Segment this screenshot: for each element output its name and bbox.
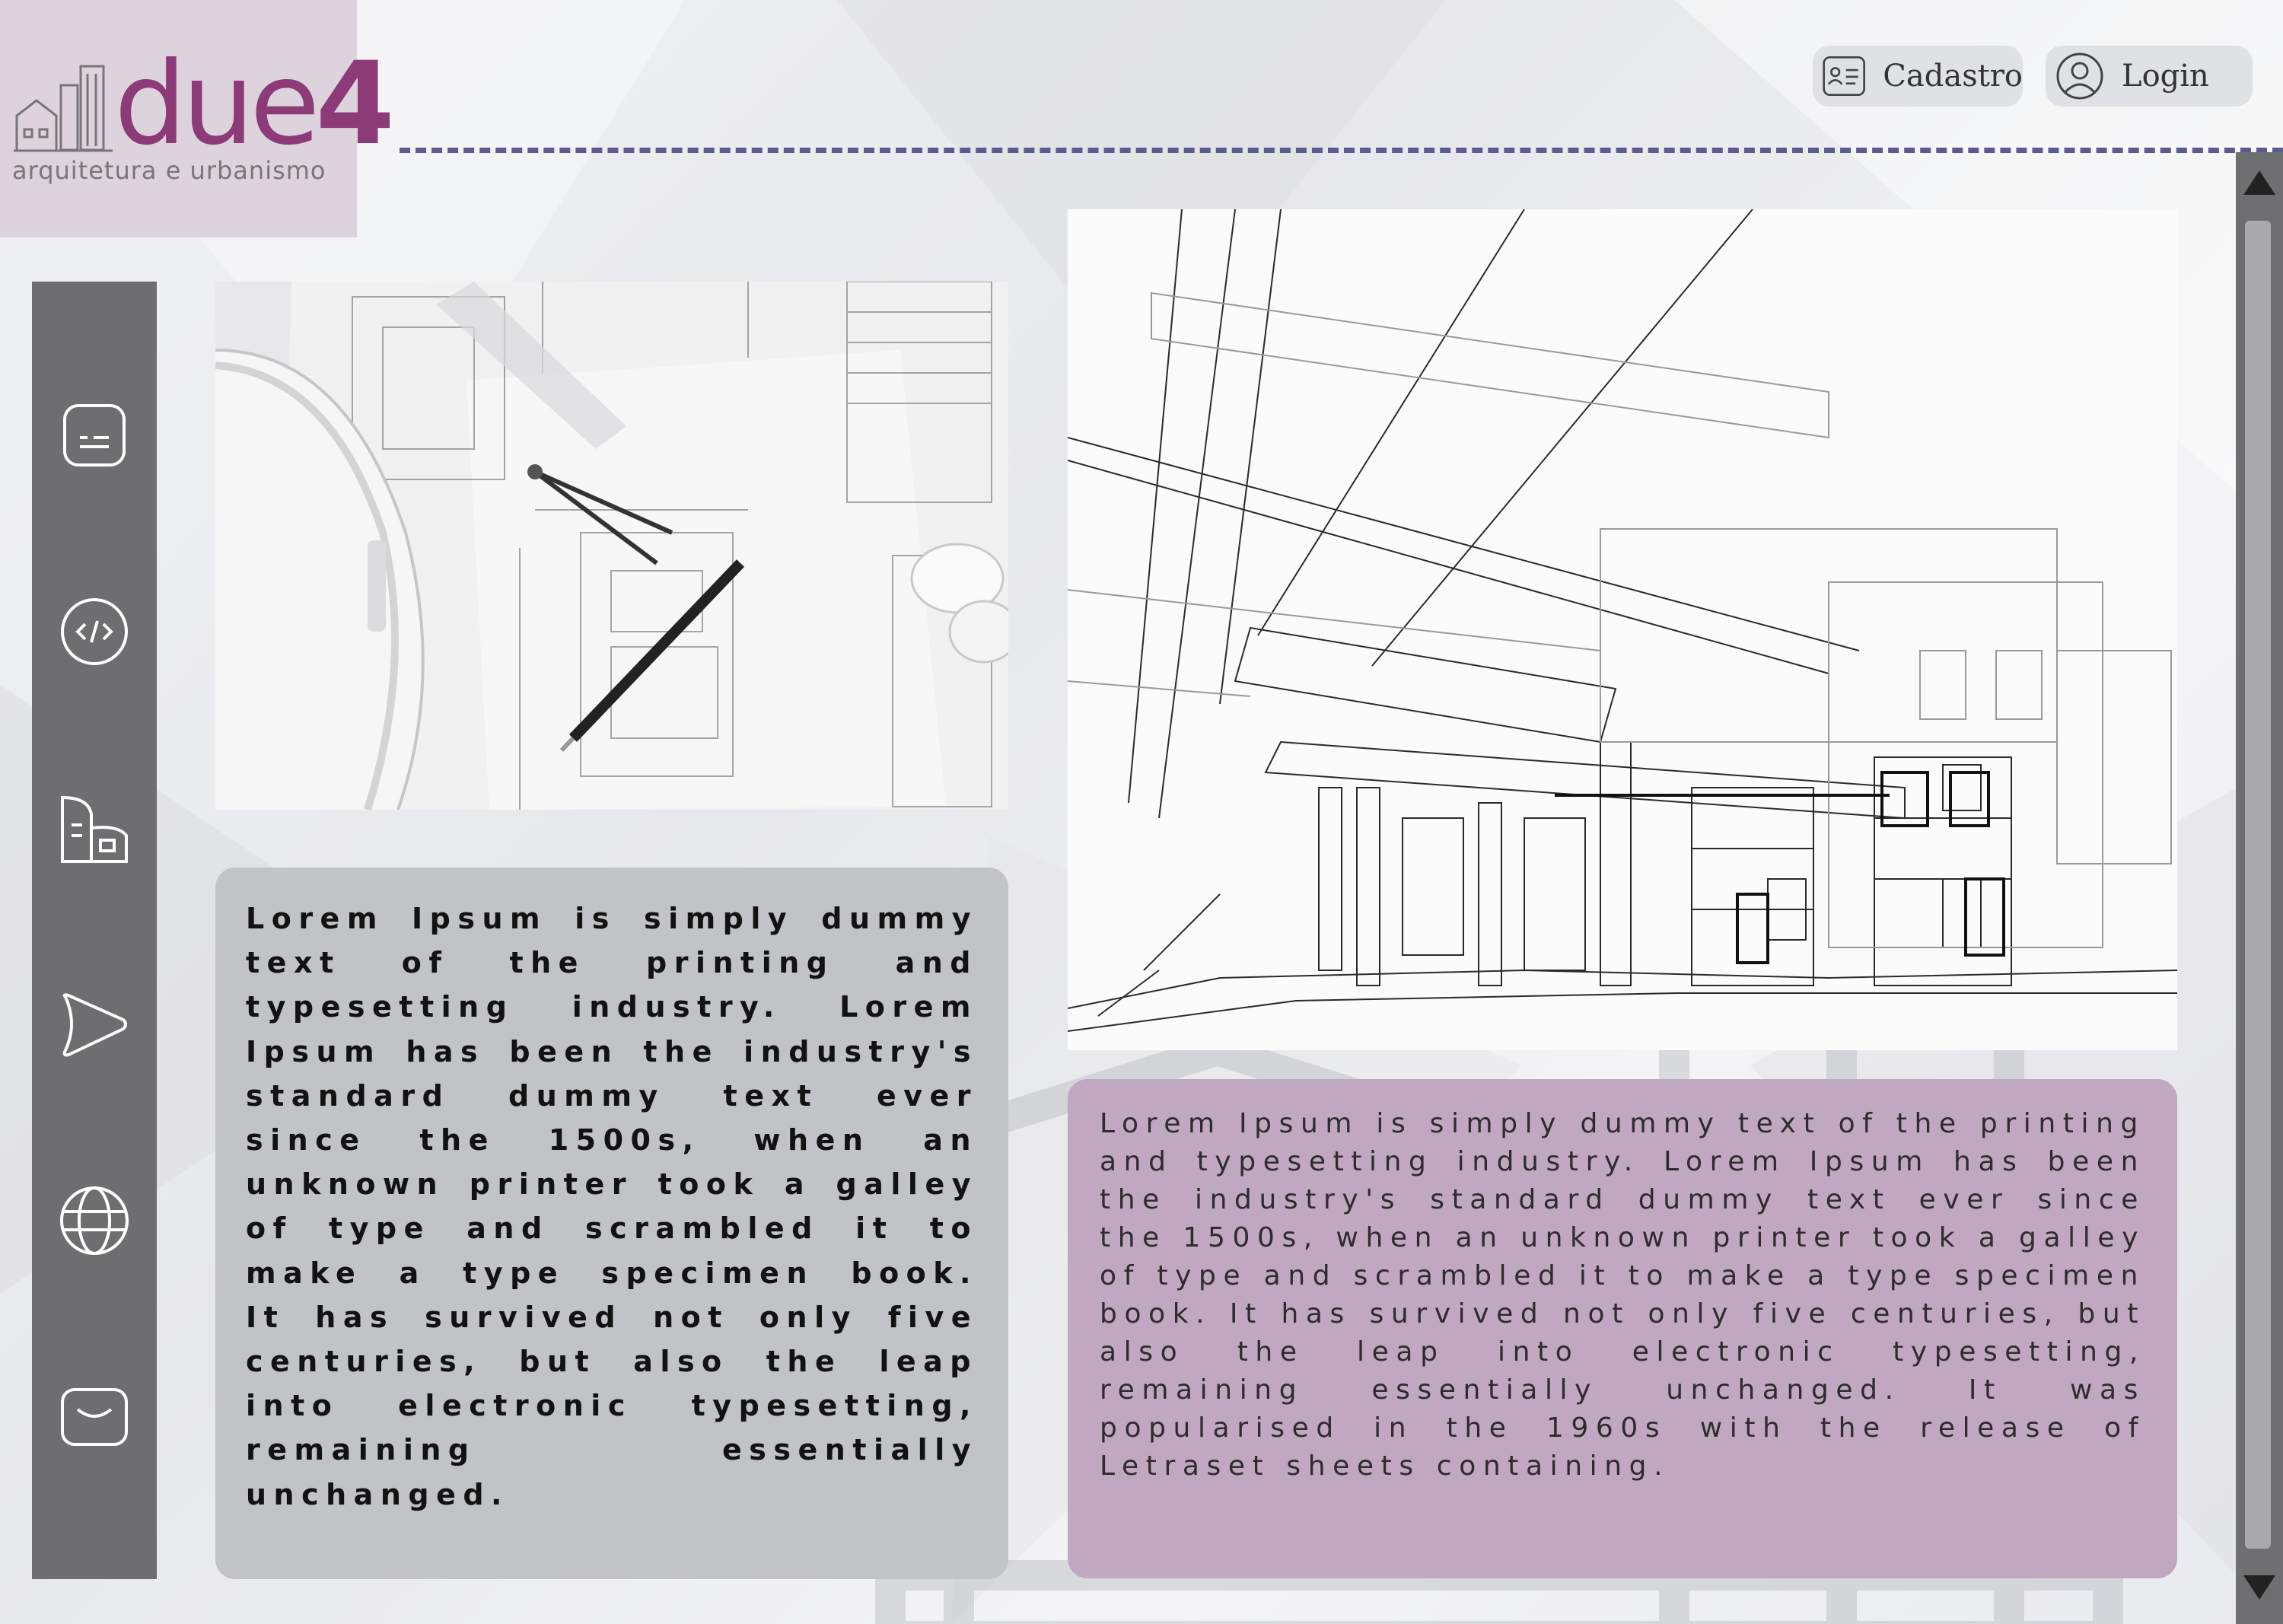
sidebar-item-buildings[interactable] [55,788,134,868]
user-circle-icon [2056,53,2103,100]
info-card-purple: Lorem Ipsum is simply dummy text of the … [1068,1079,2177,1578]
vertical-scrollbar[interactable] [2236,152,2283,1624]
sidebar-item-play[interactable] [55,985,134,1064]
logo[interactable]: due4 arquitetura e urbanismo [0,0,395,237]
login-button[interactable]: Login [2046,46,2253,107]
sidebar-item-code[interactable] [55,592,134,671]
scroll-up-arrow-icon[interactable] [2242,167,2277,198]
sidebar [32,282,157,1579]
globe-icon [60,1186,129,1255]
sidebar-item-globe[interactable] [55,1181,134,1260]
sidebar-item-messages[interactable] [55,396,134,475]
brand-tagline: arquitetura e urbanismo [12,156,326,185]
code-icon [61,598,128,665]
brand-wordmark: due4 [114,47,395,161]
cadastro-label: Cadastro [1883,59,2023,94]
brand-name-bold: 4 [315,38,395,170]
scroll-down-arrow-icon[interactable] [2242,1572,2277,1603]
login-label: Login [2122,59,2209,94]
brand-name-light: due [114,38,320,170]
message-box-icon [63,404,126,467]
play-icon [62,993,127,1057]
buildings-icon [61,795,128,863]
purple-card-text: Lorem Ipsum is simply dummy text of the … [1100,1108,2145,1482]
info-card-gray: Lorem Ipsum is simply dummy text of the … [215,868,1008,1579]
gray-card-text: Lorem Ipsum is simply dummy text of the … [246,902,978,1511]
header-divider [400,148,2283,153]
cadastro-button[interactable]: Cadastro [1813,46,2023,107]
sidebar-item-mail[interactable] [55,1377,134,1457]
architecture-sketch [1068,209,2177,1050]
buildings-logo-icon [14,65,113,152]
id-card-icon [1823,56,1865,97]
scrollbar-thumb[interactable] [2245,221,2271,1549]
mail-icon [61,1388,128,1446]
blueprint-photo [215,282,1008,810]
